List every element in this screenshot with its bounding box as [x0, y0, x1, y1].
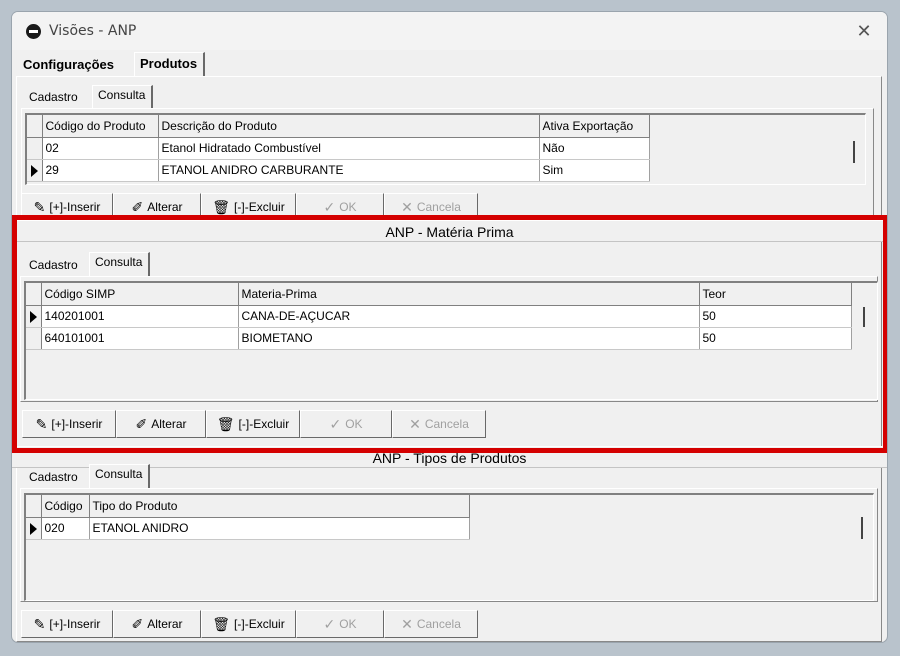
col-codigo[interactable]: Código	[41, 495, 90, 518]
materia-cancela-button[interactable]: ✕ Cancela	[392, 410, 486, 438]
cancel-icon: ✕	[401, 199, 413, 215]
insert-icon: ✎	[35, 416, 48, 432]
tipos-subtab-cadastro[interactable]: Cadastro	[24, 468, 84, 488]
window-title: Visões - ANP	[49, 23, 137, 39]
app-icon	[26, 24, 41, 39]
row-pointer-icon	[29, 522, 37, 535]
table-row[interactable]: 640101001 BIOMETANO 50	[26, 327, 852, 350]
produtos-inserir-button[interactable]: ✎ [+]-Inserir	[21, 193, 113, 221]
cancel-icon: ✕	[401, 616, 413, 632]
materia-inserir-button[interactable]: ✎ [+]-Inserir	[22, 410, 116, 438]
tipos-alterar-button[interactable]: ✐ Alterar	[113, 610, 201, 638]
col-tipo-produto[interactable]: Tipo do Produto	[89, 495, 470, 518]
tab-configuracoes[interactable]: Configurações	[18, 54, 120, 76]
table-row[interactable]: 020 ETANOL ANIDRO	[26, 517, 470, 540]
materia-prima-title: ANP - Matéria Prima	[12, 220, 887, 242]
check-icon: ✓	[329, 416, 342, 432]
row-pointer-icon	[30, 164, 38, 177]
title-bar: Visões - ANP ✕	[12, 12, 887, 50]
insert-icon: ✎	[33, 199, 46, 215]
tipos-cancela-button[interactable]: ✕ Cancela	[384, 610, 478, 638]
insert-icon: ✎	[33, 616, 46, 632]
trash-icon: 🗑	[212, 199, 231, 215]
close-icon[interactable]: ✕	[853, 20, 875, 42]
produtos-alterar-button[interactable]: ✐ Alterar	[113, 193, 201, 221]
check-icon: ✓	[323, 199, 336, 215]
app-window: Visões - ANP ✕ Configurações Produtos Ca…	[11, 11, 888, 643]
cancel-icon: ✕	[409, 416, 421, 432]
table-row[interactable]: 29 ETANOL ANIDRO CARBURANTE Sim	[27, 159, 650, 182]
materia-grid[interactable]: Código SIMP Materia-Prima Teor 140201001…	[24, 281, 878, 400]
col-ativa-exportacao[interactable]: Ativa Exportação	[539, 115, 650, 138]
materia-excluir-button[interactable]: 🗑 [-]-Excluir	[206, 410, 300, 438]
tipos-ok-button[interactable]: ✓ OK	[296, 610, 384, 638]
edit-icon: ✐	[131, 616, 144, 632]
produtos-excluir-button[interactable]: 🗑 [-]-Excluir	[201, 193, 296, 221]
scrollbar-thumb[interactable]	[861, 517, 863, 539]
produtos-ok-button[interactable]: ✓ OK	[296, 193, 384, 221]
col-teor[interactable]: Teor	[699, 283, 852, 306]
table-row[interactable]: 02 Etanol Hidratado Combustível Não	[27, 137, 650, 160]
col-codigo-simp[interactable]: Código SIMP	[41, 283, 239, 306]
row-pointer-icon	[29, 310, 37, 323]
materia-ok-button[interactable]: ✓ OK	[300, 410, 392, 438]
check-icon: ✓	[323, 616, 336, 632]
produtos-subtab-cadastro[interactable]: Cadastro	[24, 88, 84, 108]
scrollbar-thumb[interactable]	[853, 141, 855, 163]
col-materia-prima[interactable]: Materia-Prima	[238, 283, 700, 306]
edit-icon: ✐	[135, 416, 148, 432]
tipos-subtab-consulta[interactable]: Consulta	[89, 464, 151, 488]
tipos-excluir-button[interactable]: 🗑 [-]-Excluir	[201, 610, 296, 638]
col-codigo-produto[interactable]: Código do Produto	[42, 115, 159, 138]
produtos-subtab-consulta[interactable]: Consulta	[92, 85, 154, 108]
table-row[interactable]: 140201001 CANA-DE-AÇUCAR 50	[26, 305, 852, 328]
edit-icon: ✐	[131, 199, 144, 215]
produtos-grid[interactable]: Código do Produto Descrição do Produto A…	[25, 113, 866, 185]
tipos-inserir-button[interactable]: ✎ [+]-Inserir	[21, 610, 113, 638]
materia-subtab-cadastro[interactable]: Cadastro	[24, 256, 84, 276]
col-descricao-produto[interactable]: Descrição do Produto	[158, 115, 540, 138]
materia-subtab-consulta[interactable]: Consulta	[89, 252, 151, 276]
tab-produtos[interactable]: Produtos	[134, 52, 206, 76]
produtos-cancela-button[interactable]: ✕ Cancela	[384, 193, 478, 221]
trash-icon: 🗑	[216, 416, 235, 432]
tipos-grid[interactable]: Código Tipo do Produto 020 ETANOL ANIDRO	[24, 493, 874, 601]
trash-icon: 🗑	[212, 616, 231, 632]
materia-alterar-button[interactable]: ✐ Alterar	[116, 410, 206, 438]
scrollbar-thumb[interactable]	[863, 307, 865, 327]
